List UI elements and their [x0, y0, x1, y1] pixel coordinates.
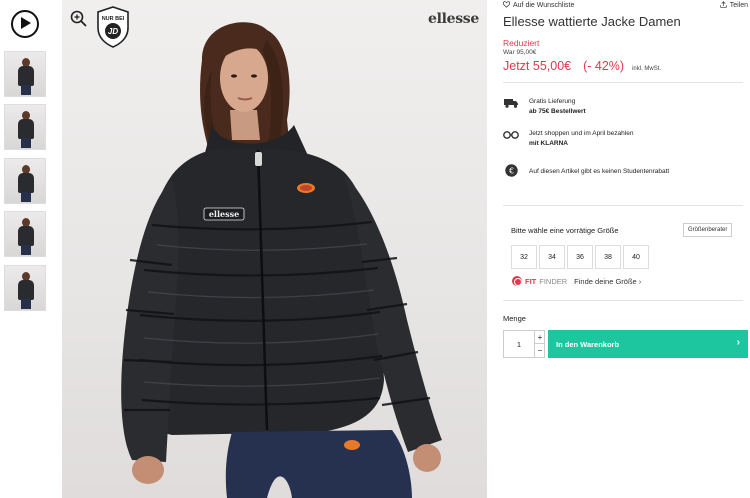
price-row: Jetzt 55,00€ (- 42%) inkl. MwSt. [503, 59, 661, 73]
heart-icon [502, 1, 511, 10]
thumbnail-5[interactable] [4, 265, 46, 311]
play-video-icon[interactable] [11, 10, 39, 38]
discount-badge: (- 42%) [583, 59, 625, 73]
product-title: Ellesse wattierte Jacke Damen [503, 14, 681, 29]
badge-line2: JD [108, 27, 118, 36]
brand-logo: ellesse [427, 11, 479, 27]
klarna-line1: Jetzt shoppen und im April bezahlen [529, 130, 634, 137]
thumbnail-4[interactable] [4, 211, 46, 257]
svg-text:€: € [508, 166, 513, 175]
thumbnail-3[interactable] [4, 158, 46, 204]
student-info: € Auf diesen Artikel gibt es keinen Stud… [503, 163, 670, 177]
reduced-label: Reduziert [503, 38, 540, 48]
student-line: Auf diesen Artikel gibt es keinen Studen… [529, 168, 670, 175]
thumbnail-figure [18, 58, 34, 95]
thumbnail-figure [18, 272, 34, 309]
divider [503, 82, 743, 83]
add-to-cart-label: In den Warenkorb [556, 339, 620, 349]
delivery-line1: Gratis Lieferung [529, 98, 576, 105]
wishlist-label: Auf die Wunschliste [513, 2, 575, 9]
quantity-plus-button[interactable]: + [534, 331, 545, 344]
add-to-cart-button[interactable]: In den Warenkorb › [548, 330, 748, 358]
size-option[interactable]: 40 [623, 245, 649, 269]
klarna-glasses-icon [503, 129, 519, 141]
quantity-label: Menge [503, 314, 526, 323]
delivery-info: Gratis Lieferung ab 75€ Bestellwert [503, 97, 586, 117]
thumbnail-figure [18, 218, 34, 255]
badge-line1: NUR BEI [102, 16, 125, 22]
product-info-panel: Auf die Wunschliste Teilen Ellesse watti… [497, 0, 750, 498]
share-label: Teilen [729, 2, 748, 9]
thumbnail-figure [18, 165, 34, 202]
size-option[interactable]: 36 [567, 245, 593, 269]
current-price: Jetzt 55,00€ [503, 59, 572, 73]
size-guide-button[interactable]: Größenberater [683, 223, 733, 237]
share-link[interactable]: Teilen [720, 1, 748, 10]
delivery-line2: ab 75€ Bestellwert [529, 108, 586, 116]
truck-icon [503, 97, 519, 109]
fit-finder-finder: FINDER [539, 276, 568, 286]
fit-finder-link[interactable]: FIT FINDER Finde deine Größe › [512, 276, 641, 286]
fit-finder-text: Finde deine Größe › [574, 276, 642, 286]
main-product-image[interactable]: ellesse NUR BEI JD ellesse [62, 0, 487, 498]
size-options: 32 34 36 38 40 [511, 245, 651, 269]
exclusive-badge-icon: NUR BEI JD [96, 6, 130, 48]
quantity-input[interactable]: 1 [504, 331, 534, 357]
share-icon [720, 1, 727, 10]
size-option[interactable]: 32 [511, 245, 537, 269]
thumbnail-1[interactable] [4, 51, 46, 97]
was-price: War 95,00€ [503, 49, 537, 56]
fit-finder-fit: FIT [525, 276, 537, 286]
size-prompt: Bitte wähle eine vorrätige Größe [511, 226, 619, 235]
divider [503, 300, 743, 301]
euro-icon: € [503, 163, 519, 177]
model-wearing-jacket-image: ellesse [121, 22, 442, 498]
klarna-info: Jetzt shoppen und im April bezahlen mit … [503, 129, 633, 149]
vat-note: inkl. MwSt. [632, 66, 662, 72]
chevron-right-icon: › [736, 337, 740, 348]
quantity-stepper: 1 + − [503, 330, 545, 358]
thumbnail-column [0, 0, 52, 498]
klarna-line2: mit KLARNA [529, 140, 568, 148]
wishlist-link[interactable]: Auf die Wunschliste [502, 1, 575, 10]
thumbnail-2[interactable] [4, 104, 46, 150]
size-option[interactable]: 34 [539, 245, 565, 269]
quantity-minus-button[interactable]: − [534, 344, 545, 357]
fit-finder-icon [512, 276, 522, 286]
divider [503, 205, 743, 206]
zoom-icon[interactable] [70, 10, 87, 27]
thumbnail-figure [18, 111, 34, 148]
size-option[interactable]: 38 [595, 245, 621, 269]
chest-logo: ellesse [209, 209, 239, 219]
